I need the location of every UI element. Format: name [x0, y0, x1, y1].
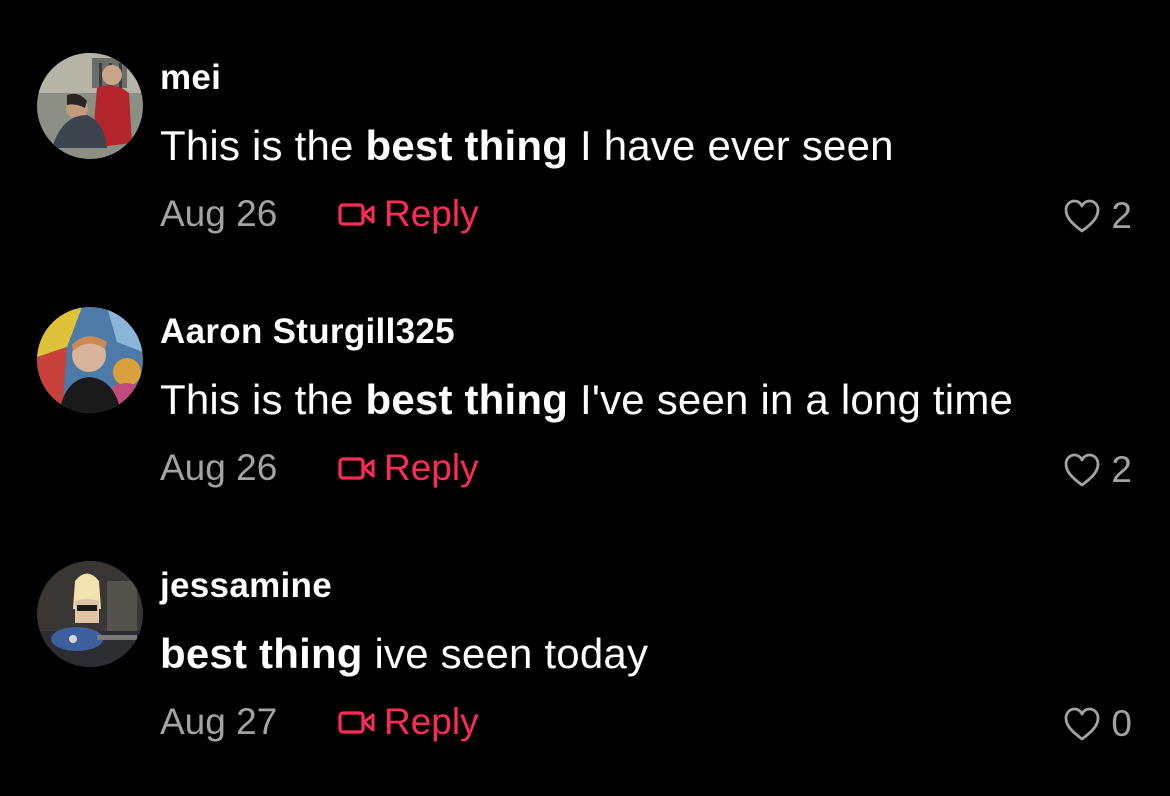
comment-text: This is the best thing I have ever seen — [160, 122, 894, 170]
user-avatar[interactable] — [37, 561, 143, 667]
heart-outline-icon — [1065, 199, 1100, 233]
like-count: 0 — [1111, 703, 1132, 744]
avatar-photo-icon — [37, 307, 143, 413]
reply-button[interactable]: Reply — [338, 193, 479, 235]
comment-date: Aug 26 — [160, 193, 278, 234]
reply-button[interactable]: Reply — [338, 447, 479, 489]
like-button[interactable]: 2 — [1063, 195, 1132, 237]
like-count: 2 — [1111, 449, 1132, 490]
reply-label: Reply — [384, 193, 479, 234]
comment-text-pre: This is the — [160, 122, 366, 169]
like-button[interactable]: 2 — [1063, 449, 1132, 491]
like-count: 2 — [1111, 195, 1132, 236]
heart-outline-icon — [1065, 453, 1100, 487]
video-reply-icon — [338, 203, 375, 226]
reply-button[interactable]: Reply — [338, 701, 479, 743]
comment-text-post: I have ever seen — [568, 122, 894, 169]
reply-label: Reply — [384, 447, 479, 488]
comment-text-pre: This is the — [160, 376, 366, 423]
comment-item: jessamine best thing ive seen today Aug … — [0, 508, 1170, 758]
user-avatar[interactable] — [37, 53, 143, 159]
like-button[interactable]: 0 — [1063, 703, 1132, 745]
comment-text: best thing ive seen today — [160, 630, 648, 678]
comment-text-bold: best thing — [160, 630, 363, 677]
avatar-photo-icon — [37, 53, 143, 159]
user-avatar[interactable] — [37, 307, 143, 413]
comment-text: This is the best thing I've seen in a lo… — [160, 376, 1013, 424]
comment-text-post: I've seen in a long time — [568, 376, 1014, 423]
heart-outline-icon — [1065, 707, 1100, 741]
comment-item: Aaron Sturgill325 This is the best thing… — [0, 254, 1170, 504]
comment-username[interactable]: jessamine — [160, 566, 332, 606]
reply-label: Reply — [384, 701, 479, 742]
video-reply-icon — [338, 711, 375, 734]
comment-date: Aug 27 — [160, 701, 278, 742]
comment-date: Aug 26 — [160, 447, 278, 488]
comment-item: mei This is the best thing I have ever s… — [0, 0, 1170, 250]
comment-username[interactable]: mei — [160, 58, 221, 98]
comment-username[interactable]: Aaron Sturgill325 — [160, 312, 455, 352]
comment-text-bold: best thing — [365, 376, 569, 423]
video-reply-icon — [338, 457, 375, 480]
avatar-photo-icon — [37, 561, 143, 667]
comment-text-post: ive seen today — [362, 630, 649, 677]
comment-text-bold: best thing — [365, 122, 569, 169]
